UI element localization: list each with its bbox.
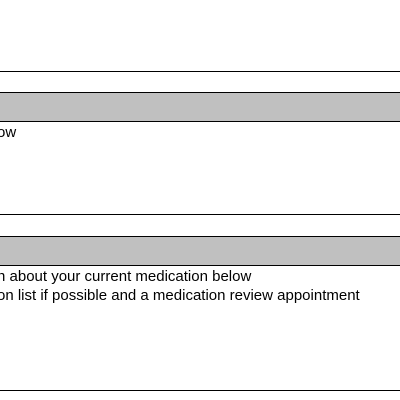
section-instruction-text: ow: [0, 124, 17, 141]
medication-instruction-line: n about your current medication below: [0, 268, 252, 285]
medication-instruction-line: on list if possible and a medication rev…: [0, 287, 360, 304]
divider-rule: [0, 390, 400, 391]
section-header-band: [0, 236, 400, 266]
divider-rule: [0, 214, 400, 215]
divider-rule: [0, 71, 400, 72]
form-page: ow n about your current medication below…: [0, 0, 400, 400]
section-header-band: [0, 92, 400, 122]
